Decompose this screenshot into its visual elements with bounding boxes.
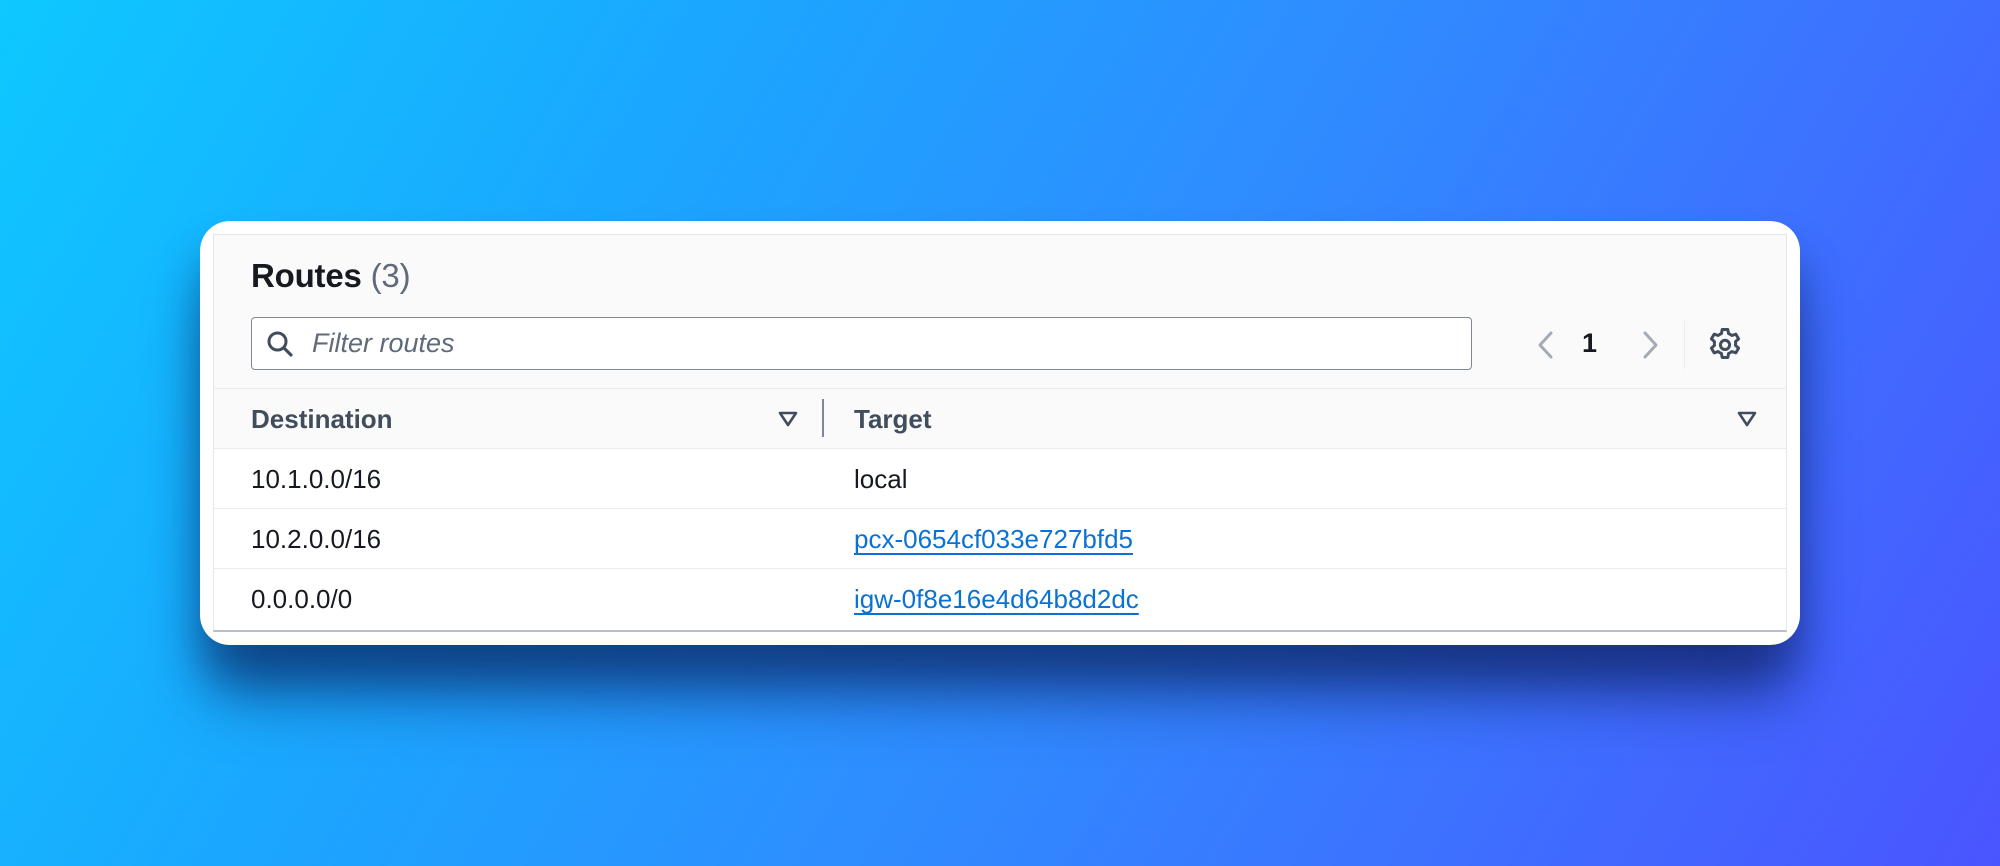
routes-count: (3) [370,257,411,294]
filter-routes-input[interactable] [312,318,1452,368]
destination-cell: 10.2.0.0/16 [251,524,382,554]
routes-card: Routes (3) 1 [200,221,1800,645]
column-resize-handle[interactable] [822,399,824,437]
caret-down-icon[interactable] [777,409,799,429]
panel-header: Routes (3) 1 [214,235,1786,389]
caret-down-icon[interactable] [1736,409,1758,429]
column-header-target[interactable]: Target [854,404,932,435]
filter-routes-field[interactable] [251,317,1472,370]
pager-divider [1684,321,1685,369]
target-cell: local [854,464,908,494]
target-link[interactable]: igw-0f8e16e4d64b8d2dc [854,584,1139,615]
target-link[interactable]: pcx-0654cf033e727bfd5 [854,524,1133,555]
page-title: Routes (3) [251,257,411,295]
column-header-destination[interactable]: Destination [251,404,393,435]
table-header: Destination Target [214,389,1786,449]
search-icon [267,331,293,357]
current-page-number[interactable]: 1 [1582,328,1597,359]
chevron-right-icon[interactable] [1635,329,1665,361]
table-row: 10.2.0.0/16 pcx-0654cf033e727bfd5 [214,509,1786,569]
destination-cell: 0.0.0.0/0 [251,584,353,614]
chevron-left-icon[interactable] [1531,329,1561,361]
table-row: 0.0.0.0/0 igw-0f8e16e4d64b8d2dc [214,569,1786,629]
title-text: Routes [251,257,362,294]
gear-icon[interactable] [1706,326,1744,364]
table-row: 10.1.0.0/16 local [214,449,1786,509]
destination-cell: 10.1.0.0/16 [251,464,382,494]
routes-panel: Routes (3) 1 [213,234,1787,632]
